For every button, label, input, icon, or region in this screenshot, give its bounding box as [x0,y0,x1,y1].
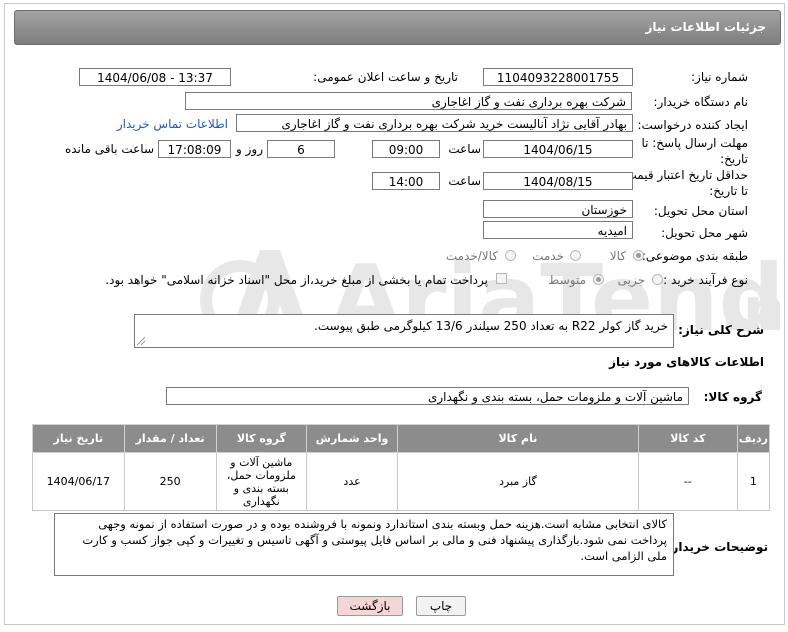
process-option-medium: متوسط [548,273,586,287]
cell-code: -- [637,452,738,511]
days-label: روز و [236,142,263,156]
days-count-field: 6 [267,140,335,158]
col-name: نام کالا [396,424,639,453]
category-radio-goods[interactable] [633,250,644,261]
city-field: امیدیه [483,221,633,239]
creator-label: ایجاد کننده درخواست: [637,118,748,132]
cell-group: ماشین آلات و ملزومات حمل، بسته بندی و نگ… [215,452,308,511]
col-date: تاریخ نیاز [32,424,125,453]
creator-field: بهادر آقایی نژاد آنالیست خرید شرکت بهره … [236,114,633,132]
print-button[interactable]: چاپ [416,596,466,616]
back-button[interactable]: بازگشت [337,596,403,616]
resize-grip-icon[interactable] [136,336,146,346]
cell-unit: عدد [306,452,398,511]
cell-date: 1404/06/17 [32,452,125,511]
price-time-field: 14:00 [372,172,440,190]
category-option-goods: کالا [609,249,626,263]
col-group: گروه کالا [215,424,308,453]
deadline-time-field: 09:00 [372,140,440,158]
page-title: جزئیات اطلاعات نیاز [645,20,766,34]
cell-name: گاز مبرد [396,452,639,511]
goods-group-label: گروه کالا: [703,390,762,404]
cell-qty: 250 [123,452,217,511]
remaining-time-field: 17:08:09 [158,140,231,158]
city-label: شهر محل تحویل: [661,226,748,240]
description-text: خرید گاز کولر R22 به تعداد 250 سیلندر 13… [314,319,668,333]
announce-field: 1404/06/08 - 13:37 [79,68,231,86]
buyer-org-label: نام دستگاه خریدار: [653,95,749,109]
deadline-date-field: 1404/06/15 [483,140,633,158]
description-label: شرح کلی نیاز: [678,323,764,337]
category-radio-both[interactable] [505,250,516,261]
table-row: 1 -- گاز مبرد عدد ماشین آلات و ملزومات ح… [32,452,771,511]
buyer-notes-label: توضیحات خریدار: [666,540,768,554]
process-label: نوع فرآیند خرید : [663,273,748,287]
need-number-label: شماره نیاز: [691,70,748,84]
need-number-field: 1104093228001755 [483,68,633,86]
buyer-contact-link[interactable]: اطلاعات تماس خریدار [117,117,228,131]
category-option-service: خدمت [532,249,564,263]
process-option-partial: جزیی [617,273,645,287]
col-qty: تعداد / مقدار [123,424,217,453]
page-header: جزئیات اطلاعات نیاز [14,10,781,45]
price-validity-label-2: تا تاریخ: [709,184,748,198]
col-unit: واحد شمارش [306,424,398,453]
deadline-label-1: مهلت ارسال پاسخ: تا [641,136,748,150]
price-validity-label-1: حداقل تاریخ اعتبار قیمت: [621,168,748,182]
remaining-label: ساعت باقی مانده [64,142,154,156]
announce-label: تاریخ و ساعت اعلان عمومی: [313,70,458,84]
deadline-label-2: تاریخ: [720,152,748,166]
goods-section-title: اطلاعات کالاهای مورد نیاز [609,355,764,369]
deadline-time-label: ساعت [448,142,481,156]
category-label: طبقه بندی موضوعی: [641,249,748,263]
buyer-notes-text: کالای انتخابی مشابه است.هزینه حمل وبسته … [82,517,667,563]
buyer-org-field: شرکت بهره برداری نفت و گاز اغاجاری [185,92,632,110]
province-field: خوزستان [483,200,633,218]
col-code: کد کالا [637,424,738,453]
goods-table-header: ردیف کد کالا نام کالا واحد شمارش گروه کا… [32,424,771,453]
category-option-both: کالا/خدمت [445,249,498,263]
payment-note: پرداخت تمام یا بخشی از مبلغ خرید،از محل … [105,273,488,287]
buyer-notes-field: کالای انتخابی مشابه است.هزینه حمل وبسته … [54,513,674,576]
goods-table: ردیف کد کالا نام کالا واحد شمارش گروه کا… [32,424,771,511]
price-date-field: 1404/08/15 [483,172,633,190]
province-label: استان محل تحویل: [653,204,748,218]
cell-row: 1 [736,452,771,511]
process-radio-medium[interactable] [593,274,604,285]
goods-group-field: ماشین آلات و ملزومات حمل، بسته بندی و نگ… [166,387,689,405]
description-field: خرید گاز کولر R22 به تعداد 250 سیلندر 13… [134,314,674,348]
col-row: ردیف [736,424,771,453]
price-time-label: ساعت [448,174,481,188]
category-radio-service[interactable] [570,250,581,261]
process-radio-partial[interactable] [652,274,663,285]
treasury-checkbox[interactable] [496,273,507,284]
